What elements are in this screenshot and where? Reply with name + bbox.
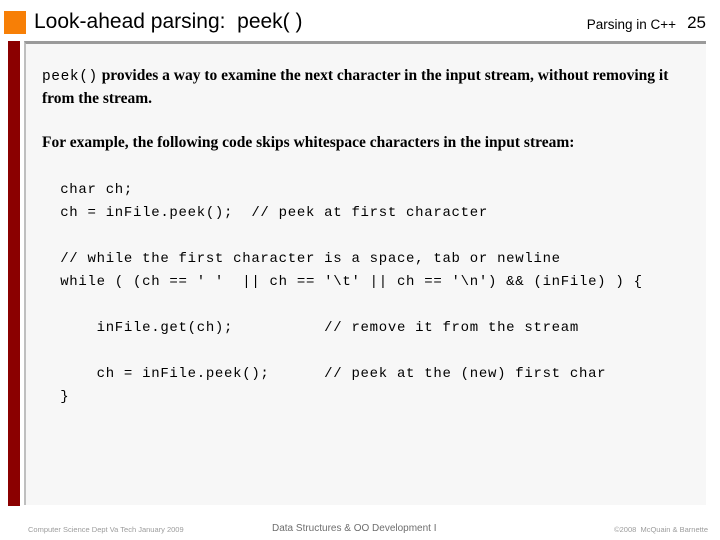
code-line: inFile.get(ch); // remove it from the st… [42, 320, 579, 336]
code-line: // while the first character is a space,… [42, 251, 561, 267]
code-block: char ch; ch = inFile.peek(); // peek at … [42, 179, 702, 409]
intro-inline-code: peek() [42, 69, 98, 85]
code-line: char ch; [42, 182, 134, 198]
code-line: while ( (ch == ' ' || ch == '\t' || ch =… [42, 274, 643, 290]
content-panel: peek() provides a way to examine the nex… [24, 41, 706, 505]
intro-paragraph: peek() provides a way to examine the nex… [42, 65, 692, 110]
intro-paragraph-text: provides a way to examine the next chara… [42, 67, 669, 107]
footer-copyright-label: ©2008 McQuain & Barnette [614, 525, 708, 534]
page-title: Look-ahead parsing: peek( ) [34, 10, 303, 33]
header-page-number: 25 [687, 13, 706, 32]
code-line: } [42, 389, 70, 405]
header-bullet-square-icon [4, 11, 26, 34]
header-course-label: Parsing in C++ [586, 17, 676, 32]
footer-left-label: Computer Science Dept Va Tech January 20… [28, 525, 184, 534]
slide-footer: Computer Science Dept Va Tech January 20… [0, 506, 720, 540]
example-paragraph: For example, the following code skips wh… [42, 134, 575, 151]
left-accent-bar [8, 41, 20, 506]
footer-center-label: Data Structures & OO Development I [272, 523, 437, 534]
slide-header: Look-ahead parsing: peek( ) Parsing in C… [0, 0, 720, 40]
code-line: ch = inFile.peek(); // peek at the (new)… [42, 366, 607, 382]
code-line: ch = inFile.peek(); // peek at first cha… [42, 205, 488, 221]
